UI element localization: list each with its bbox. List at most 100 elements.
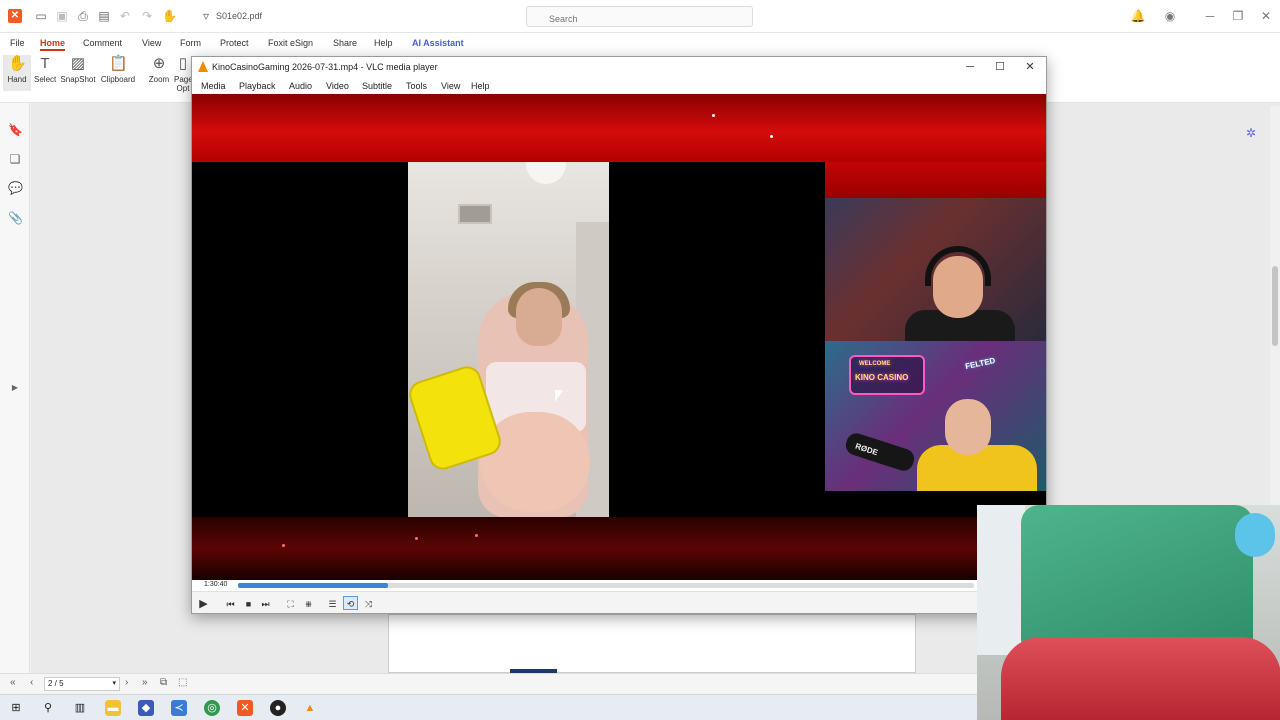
snapshot-button[interactable]: ▨ SnapShot: [60, 55, 96, 84]
bookmark-icon[interactable]: 🔖: [8, 123, 23, 137]
seek-bar[interactable]: 1:30:40: [192, 580, 978, 591]
foxit-titlebar: ✕ ▭ ▣ ⎙ ▤ ↶ ↷ ✋ ▿ S01e02.pdf ⚲ 🔔 ◉ ─ ❐ ✕: [0, 0, 1280, 33]
zoom-icon: ⊕: [152, 55, 166, 72]
vlc-maximize-icon[interactable]: ☐: [993, 60, 1007, 74]
ceiling-light: [526, 162, 566, 184]
restore-icon[interactable]: ❐: [1230, 8, 1246, 24]
page-layout-icon[interactable]: ⧉: [160, 677, 167, 688]
extended-settings-button[interactable]: ⧻: [301, 596, 316, 610]
prev-page-icon[interactable]: ‹: [30, 677, 33, 688]
vlc-controls: ▶ ⏮ ■ ⏭ ⛶ ⧻ ☰ ⟲ ⤨: [192, 591, 978, 613]
scrollbar-thumb[interactable]: [1272, 266, 1278, 346]
tab-ai-assistant[interactable]: AI Assistant: [412, 38, 464, 48]
tab-protect[interactable]: Protect: [220, 38, 249, 48]
sparkle: [770, 135, 773, 138]
page-options-button[interactable]: ▯ Page Opt: [174, 55, 192, 93]
vlc-menu-view[interactable]: View: [441, 81, 460, 91]
sparkle: [712, 114, 715, 117]
play-button[interactable]: ▶: [196, 596, 211, 610]
clipboard-label: Clipboard: [100, 75, 136, 84]
green-pillow: [1021, 505, 1253, 657]
window-blinds: [977, 505, 1025, 655]
snapshot-icon: ▨: [70, 55, 86, 72]
chrome-icon[interactable]: ◎: [204, 700, 220, 716]
vlc-menu-tools[interactable]: Tools: [406, 81, 427, 91]
select-button[interactable]: T Select: [34, 55, 56, 84]
vlc-menu-media[interactable]: Media: [201, 81, 226, 91]
vscode-icon[interactable]: ≺: [171, 700, 187, 716]
redo-icon[interactable]: ↷: [140, 9, 154, 23]
page-number-field[interactable]: 2 / 5 ▾: [44, 677, 120, 691]
account-icon[interactable]: ◉: [1162, 8, 1178, 24]
vlc-window[interactable]: KinoCasinoGaming 2026-07-31.mp4 - VLC me…: [191, 56, 1047, 614]
search-taskbar-icon[interactable]: ⚲: [40, 700, 56, 716]
pdf-page: [388, 614, 916, 673]
streamer-webcam-overlay: [977, 505, 1280, 720]
vlc-menu-audio[interactable]: Audio: [289, 81, 312, 91]
zoom-label: Zoom: [148, 75, 170, 84]
save-icon[interactable]: ▣: [55, 9, 69, 23]
foxit-logo-icon: ✕: [8, 9, 22, 23]
shuffle-button[interactable]: ⤨: [361, 596, 376, 610]
stream-red-banner: [192, 94, 1046, 162]
obs-icon[interactable]: ●: [270, 700, 286, 716]
open-folder-icon[interactable]: ▭: [34, 9, 48, 23]
vlc-menu-playback[interactable]: Playback: [239, 81, 276, 91]
undo-icon[interactable]: ↶: [118, 9, 132, 23]
loop-button[interactable]: ⟲: [343, 596, 358, 610]
next-page-icon[interactable]: ›: [125, 677, 128, 688]
hand-button[interactable]: ✋ Hand: [3, 55, 31, 91]
tab-foxit-esign[interactable]: Foxit eSign: [268, 38, 313, 48]
page-icon: ▯: [178, 55, 188, 72]
ai-assistant-icon[interactable]: ✲: [1243, 126, 1259, 142]
next-button[interactable]: ⏭: [258, 596, 273, 610]
file-explorer-icon[interactable]: ▬: [105, 700, 121, 716]
task-view-icon[interactable]: ▥: [72, 700, 88, 716]
tab-share[interactable]: Share: [333, 38, 357, 48]
notification-bell-icon[interactable]: 🔔: [1130, 8, 1146, 24]
previous-button[interactable]: ⏮: [223, 596, 238, 610]
comments-icon[interactable]: 💬: [8, 181, 23, 195]
elapsed-time: 1:30:40: [204, 581, 228, 588]
seek-track[interactable]: [238, 583, 974, 588]
cohost-face: [945, 399, 991, 455]
file-dropdown-icon[interactable]: ▿: [199, 9, 213, 23]
vlc-close-icon[interactable]: ✕: [1023, 60, 1037, 74]
tab-file[interactable]: File: [10, 38, 25, 48]
search-input[interactable]: [526, 6, 753, 27]
last-page-icon[interactable]: »: [142, 677, 148, 688]
minimize-icon[interactable]: ─: [1202, 8, 1218, 24]
hand-label: Hand: [7, 75, 27, 84]
vlc-menu-subtitle[interactable]: Subtitle: [362, 81, 392, 91]
print-icon[interactable]: ⎙: [76, 9, 90, 23]
first-page-icon[interactable]: «: [10, 677, 16, 688]
stop-button[interactable]: ■: [241, 596, 256, 610]
playlist-button[interactable]: ☰: [325, 596, 340, 610]
clipboard-button[interactable]: 📋 Clipboard: [100, 55, 136, 84]
attachment-icon[interactable]: 📎: [8, 211, 23, 225]
expand-panel-icon[interactable]: ▶: [8, 383, 22, 397]
tab-form[interactable]: Form: [180, 38, 201, 48]
zoom-button[interactable]: ⊕ Zoom: [146, 55, 172, 84]
vlc-menu-video[interactable]: Video: [326, 81, 349, 91]
vlc-minimize-icon[interactable]: ─: [963, 60, 977, 74]
tab-comment[interactable]: Comment: [83, 38, 122, 48]
video-display[interactable]: WELCOME KINO CASINO FELTED RØDE: [192, 94, 1046, 580]
vlc-menu-help[interactable]: Help: [471, 81, 490, 91]
tab-help[interactable]: Help: [374, 38, 393, 48]
tab-view[interactable]: View: [142, 38, 161, 48]
pages-icon[interactable]: ❏: [8, 152, 22, 166]
start-icon[interactable]: ⊞: [8, 700, 24, 716]
hand-tool-dropdown-icon[interactable]: ✋: [162, 9, 177, 23]
fit-page-icon[interactable]: ⬚: [178, 677, 187, 688]
foxit-taskbar-icon[interactable]: ✕: [237, 700, 253, 716]
app-icon[interactable]: ◆: [138, 700, 154, 716]
close-icon[interactable]: ✕: [1258, 8, 1274, 24]
vlc-titlebar[interactable]: KinoCasinoGaming 2026-07-31.mp4 - VLC me…: [192, 57, 1046, 77]
document-icon[interactable]: ▤: [97, 9, 111, 23]
felted-text: FELTED: [964, 355, 997, 372]
fullscreen-button[interactable]: ⛶: [283, 596, 298, 610]
tab-home[interactable]: Home: [40, 38, 66, 51]
vlc-taskbar-icon[interactable]: ▲: [302, 700, 318, 716]
select-label: Select: [34, 75, 57, 84]
